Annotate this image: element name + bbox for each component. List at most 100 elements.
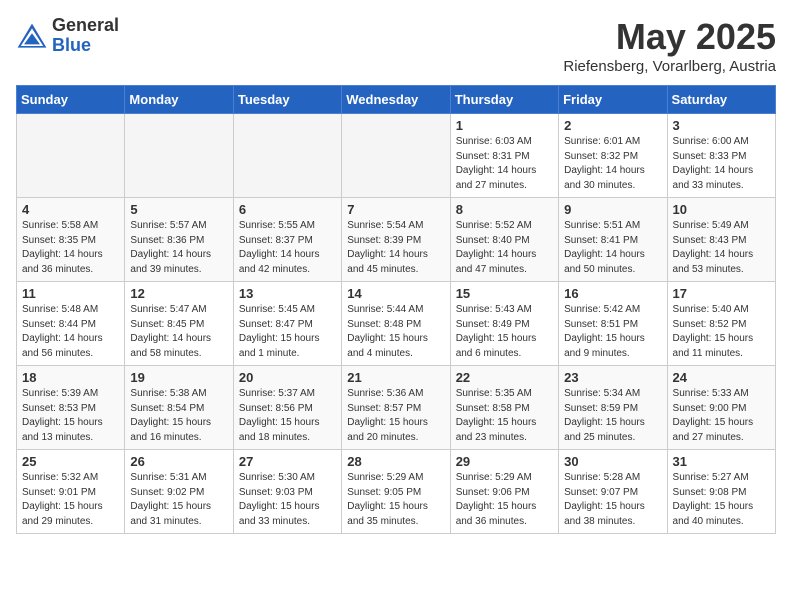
calendar-cell: 24 Sunrise: 5:33 AMSunset: 9:00 PMDayligh… (667, 366, 775, 450)
day-number: 8 (456, 202, 553, 217)
calendar-cell: 2 Sunrise: 6:01 AMSunset: 8:32 PMDaylight… (559, 114, 667, 198)
calendar-cell: 8 Sunrise: 5:52 AMSunset: 8:40 PMDaylight… (450, 198, 558, 282)
day-info: Sunrise: 5:45 AMSunset: 8:47 PMDaylight:… (239, 303, 336, 361)
calendar-cell: 12 Sunrise: 5:47 AMSunset: 8:45 PMDayligh… (125, 282, 233, 366)
calendar-cell: 30 Sunrise: 5:28 AMSunset: 9:07 PMDayligh… (559, 450, 667, 534)
calendar-week-row: 25 Sunrise: 5:32 AMSunset: 9:01 PMDayligh… (17, 450, 776, 534)
calendar-cell: 6Sunrise: 5:55 AMSunset: 8:37 PMDaylight… (233, 198, 341, 282)
weekday-header-sunday: Sunday (17, 86, 125, 114)
calendar-cell (125, 114, 233, 198)
logo-text: General Blue (52, 16, 119, 56)
day-info: Sunrise: 5:29 AMSunset: 9:05 PMDaylight:… (347, 471, 444, 529)
day-info: Sunrise: 5:43 AMSunset: 8:49 PMDaylight:… (456, 303, 553, 361)
title-block: May 2025 Riefensberg, Vorarlberg, Austri… (563, 16, 776, 75)
calendar-cell: 23 Sunrise: 5:34 AMSunset: 8:59 PMDayligh… (559, 366, 667, 450)
calendar-cell: 19Sunrise: 5:38 AMSunset: 8:54 PMDayligh… (125, 366, 233, 450)
day-info: Sunrise: 5:52 AMSunset: 8:40 PMDaylight:… (456, 219, 553, 277)
logo-icon (16, 22, 48, 50)
day-info: Sunrise: 5:49 AMSunset: 8:43 PMDaylight:… (673, 219, 770, 277)
day-number: 22 (456, 370, 553, 385)
calendar-cell (17, 114, 125, 198)
weekday-header-saturday: Saturday (667, 86, 775, 114)
weekday-header-friday: Friday (559, 86, 667, 114)
day-info: Sunrise: 5:44 AMSunset: 8:48 PMDaylight:… (347, 303, 444, 361)
day-number: 2 (564, 118, 661, 133)
day-info: Sunrise: 5:39 AMSunset: 8:53 PMDaylight:… (22, 387, 119, 445)
day-number: 1 (456, 118, 553, 133)
day-number: 3 (673, 118, 770, 133)
day-number: 26 (130, 454, 227, 469)
calendar-cell: 21Sunrise: 5:36 AMSunset: 8:57 PMDayligh… (342, 366, 450, 450)
day-info: Sunrise: 5:33 AMSunset: 9:00 PMDaylight:… (673, 387, 770, 445)
weekday-header-row: SundayMondayTuesdayWednesdayThursdayFrid… (17, 86, 776, 114)
weekday-header-wednesday: Wednesday (342, 86, 450, 114)
logo-general: General (52, 16, 119, 36)
calendar-cell: 16 Sunrise: 5:42 AMSunset: 8:51 PMDayligh… (559, 282, 667, 366)
day-number: 17 (673, 286, 770, 301)
day-info: Sunrise: 5:29 AMSunset: 9:06 PMDaylight:… (456, 471, 553, 529)
day-info: Sunrise: 5:27 AMSunset: 9:08 PMDaylight:… (673, 471, 770, 529)
day-number: 23 (564, 370, 661, 385)
day-info: Sunrise: 5:28 AMSunset: 9:07 PMDaylight:… (564, 471, 661, 529)
day-number: 20 (239, 370, 336, 385)
day-number: 12 (130, 286, 227, 301)
day-info: Sunrise: 5:37 AMSunset: 8:56 PMDaylight:… (239, 387, 336, 445)
day-number: 11 (22, 286, 119, 301)
day-number: 9 (564, 202, 661, 217)
day-number: 10 (673, 202, 770, 217)
day-number: 24 (673, 370, 770, 385)
day-info: Sunrise: 5:34 AMSunset: 8:59 PMDaylight:… (564, 387, 661, 445)
day-info: Sunrise: 5:32 AMSunset: 9:01 PMDaylight:… (22, 471, 119, 529)
calendar-cell: 26 Sunrise: 5:31 AMSunset: 9:02 PMDayligh… (125, 450, 233, 534)
logo: General Blue (16, 16, 119, 56)
day-info: Sunrise: 5:36 AMSunset: 8:57 PMDaylight:… (347, 387, 444, 445)
calendar-cell: 25 Sunrise: 5:32 AMSunset: 9:01 PMDayligh… (17, 450, 125, 534)
day-number: 19 (130, 370, 227, 385)
title-location: Riefensberg, Vorarlberg, Austria (563, 58, 776, 75)
calendar-cell: 18 Sunrise: 5:39 AMSunset: 8:53 PMDayligh… (17, 366, 125, 450)
calendar-cell: 22 Sunrise: 5:35 AMSunset: 8:58 PMDayligh… (450, 366, 558, 450)
calendar-cell: 1 Sunrise: 6:03 AMSunset: 8:31 PMDaylight… (450, 114, 558, 198)
day-number: 16 (564, 286, 661, 301)
day-info: Sunrise: 5:58 AMSunset: 8:35 PMDaylight:… (22, 219, 119, 277)
day-info: Sunrise: 5:47 AMSunset: 8:45 PMDaylight:… (130, 303, 227, 361)
day-info: Sunrise: 5:55 AMSunset: 8:37 PMDaylight:… (239, 219, 336, 277)
calendar-table: SundayMondayTuesdayWednesdayThursdayFrid… (16, 85, 776, 534)
weekday-header-monday: Monday (125, 86, 233, 114)
day-number: 7 (347, 202, 444, 217)
day-info: Sunrise: 6:01 AMSunset: 8:32 PMDaylight:… (564, 135, 661, 193)
day-info: Sunrise: 5:42 AMSunset: 8:51 PMDaylight:… (564, 303, 661, 361)
day-info: Sunrise: 5:48 AMSunset: 8:44 PMDaylight:… (22, 303, 119, 361)
calendar-cell (233, 114, 341, 198)
day-info: Sunrise: 6:03 AMSunset: 8:31 PMDaylight:… (456, 135, 553, 193)
calendar-cell: 15Sunrise: 5:43 AMSunset: 8:49 PMDayligh… (450, 282, 558, 366)
day-number: 28 (347, 454, 444, 469)
calendar-week-row: 11 Sunrise: 5:48 AMSunset: 8:44 PMDayligh… (17, 282, 776, 366)
day-number: 29 (456, 454, 553, 469)
day-info: Sunrise: 5:54 AMSunset: 8:39 PMDaylight:… (347, 219, 444, 277)
day-info: Sunrise: 5:40 AMSunset: 8:52 PMDaylight:… (673, 303, 770, 361)
calendar-week-row: 4Sunrise: 5:58 AMSunset: 8:35 PMDaylight… (17, 198, 776, 282)
day-number: 30 (564, 454, 661, 469)
calendar-cell: 28 Sunrise: 5:29 AMSunset: 9:05 PMDayligh… (342, 450, 450, 534)
calendar-cell (342, 114, 450, 198)
calendar-cell: 31Sunrise: 5:27 AMSunset: 9:08 PMDayligh… (667, 450, 775, 534)
calendar-cell: 10 Sunrise: 5:49 AMSunset: 8:43 PMDayligh… (667, 198, 775, 282)
calendar-cell: 14Sunrise: 5:44 AMSunset: 8:48 PMDayligh… (342, 282, 450, 366)
calendar-week-row: 18 Sunrise: 5:39 AMSunset: 8:53 PMDayligh… (17, 366, 776, 450)
day-info: Sunrise: 5:51 AMSunset: 8:41 PMDaylight:… (564, 219, 661, 277)
day-number: 25 (22, 454, 119, 469)
calendar-cell: 20 Sunrise: 5:37 AMSunset: 8:56 PMDayligh… (233, 366, 341, 450)
calendar-cell: 5Sunrise: 5:57 AMSunset: 8:36 PMDaylight… (125, 198, 233, 282)
day-info: Sunrise: 5:30 AMSunset: 9:03 PMDaylight:… (239, 471, 336, 529)
calendar-cell: 29 Sunrise: 5:29 AMSunset: 9:06 PMDayligh… (450, 450, 558, 534)
calendar-cell: 4Sunrise: 5:58 AMSunset: 8:35 PMDaylight… (17, 198, 125, 282)
calendar-cell: 7 Sunrise: 5:54 AMSunset: 8:39 PMDaylight… (342, 198, 450, 282)
day-number: 18 (22, 370, 119, 385)
calendar-cell: 11 Sunrise: 5:48 AMSunset: 8:44 PMDayligh… (17, 282, 125, 366)
calendar-week-row: 1 Sunrise: 6:03 AMSunset: 8:31 PMDaylight… (17, 114, 776, 198)
day-info: Sunrise: 5:35 AMSunset: 8:58 PMDaylight:… (456, 387, 553, 445)
day-number: 13 (239, 286, 336, 301)
day-info: Sunrise: 5:31 AMSunset: 9:02 PMDaylight:… (130, 471, 227, 529)
calendar-cell: 13 Sunrise: 5:45 AMSunset: 8:47 PMDayligh… (233, 282, 341, 366)
